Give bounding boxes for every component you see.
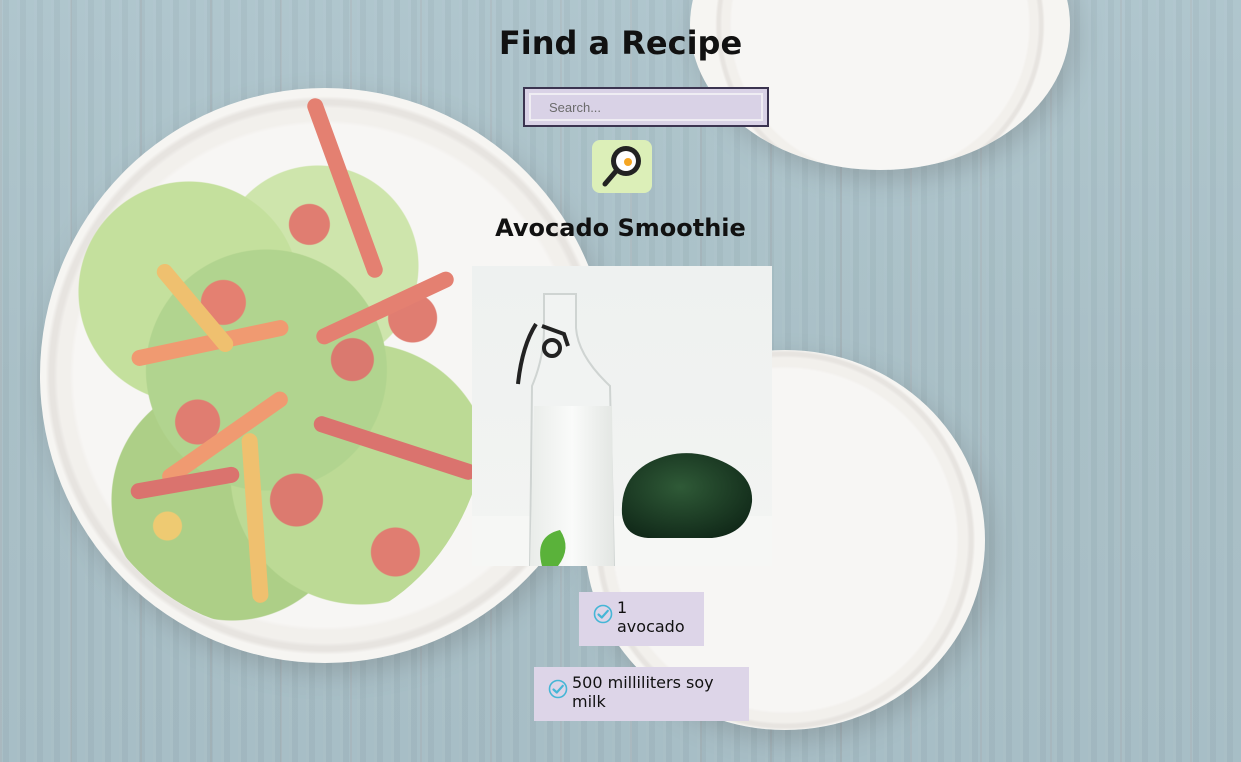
frying-pan-egg-icon bbox=[599, 142, 645, 191]
search-input[interactable] bbox=[523, 87, 769, 127]
ingredient-label: 1 avocado bbox=[617, 598, 685, 636]
check-circle-icon bbox=[593, 604, 613, 628]
search-button[interactable] bbox=[592, 140, 652, 193]
recipe-image bbox=[472, 266, 772, 566]
ingredient-item: 500 milliliters soy milk bbox=[534, 667, 749, 721]
ingredient-label: 500 milliliters soy milk bbox=[572, 673, 714, 711]
recipe-title: Avocado Smoothie bbox=[495, 214, 746, 242]
check-circle-icon bbox=[548, 679, 568, 703]
page-title: Find a Recipe bbox=[498, 24, 743, 62]
ingredient-item: 1 avocado bbox=[579, 592, 704, 646]
